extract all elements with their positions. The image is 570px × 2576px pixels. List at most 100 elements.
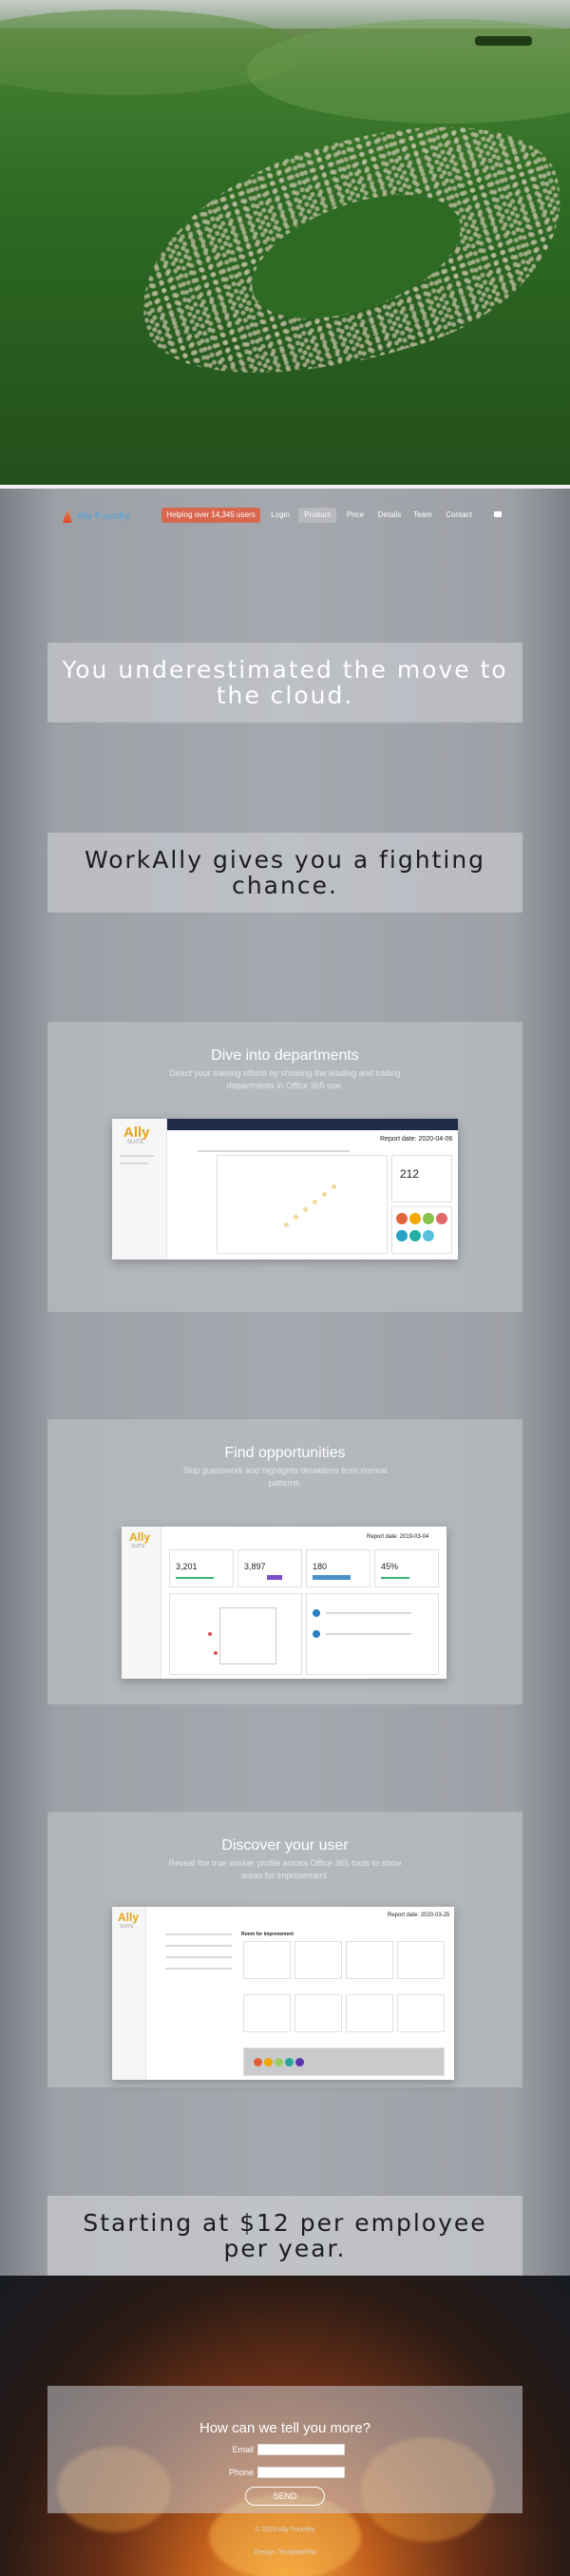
feature-title: Dive into departments (211, 1048, 359, 1064)
shot-avatar (436, 1213, 447, 1224)
shot-tile (397, 1994, 445, 2032)
shot-metric: 212 (400, 1167, 420, 1181)
shot-stat-card: 3,897 (238, 1549, 302, 1587)
feature-title: Discover your user (221, 1837, 349, 1854)
shot-brand: Ally (124, 1125, 150, 1141)
feature-text: Skip guesswork and highlights deviations… (182, 1466, 388, 1489)
phone-row: Phone (223, 2466, 345, 2479)
shot-sidebar: Ally SUITE (122, 1527, 162, 1679)
shot-point (313, 1200, 317, 1204)
shot-tile (243, 1941, 291, 1979)
phone-field[interactable] (257, 2467, 345, 2478)
navbar: Ally Foundry Helping over 14,345 users L… (0, 504, 570, 527)
phone-label: Phone (228, 2468, 254, 2477)
feature-panel-departments: Dive into departments Direct your traini… (48, 1022, 522, 1312)
hero-image (0, 0, 570, 485)
user-screenshot: Ally SUITE Report date: 2020-03-25 Room … (112, 1907, 454, 2080)
shot-point (214, 1651, 218, 1655)
logo-flame-icon (63, 509, 72, 523)
contact-panel: How can we tell you more? Email Phone SE… (48, 2386, 522, 2513)
feature-text: Direct your training efforts by showing … (169, 1068, 401, 1091)
shot-list-icon (313, 1609, 320, 1617)
shot-stat: 180 (313, 1562, 328, 1571)
shot-avatar (423, 1213, 434, 1224)
shot-report-date: Report date: 2020-03-25 (388, 1913, 450, 1918)
shot-stat-card: 45% (374, 1549, 439, 1587)
shot-chart-card (217, 1155, 388, 1254)
briefcase-icon[interactable] (494, 511, 502, 517)
shot-report-date: Report date: 2020-04-06 (380, 1136, 453, 1143)
nav-team[interactable]: Team (410, 508, 435, 523)
shot-stat: 45% (381, 1562, 399, 1571)
shot-brand-sub: SUITE (120, 1924, 134, 1930)
shot-point (294, 1215, 298, 1220)
shot-stat: 3,201 (176, 1562, 198, 1571)
footer-design-credit[interactable]: Design: TemplateFlip (0, 2549, 570, 2556)
feature-title: Find opportunities (224, 1445, 346, 1461)
nav-login[interactable]: Login (268, 508, 293, 523)
shot-point (303, 1207, 308, 1212)
email-field[interactable] (257, 2444, 345, 2455)
shot-avatar (409, 1213, 421, 1224)
shot-avatar (264, 2058, 273, 2067)
shot-avatar (409, 1230, 421, 1241)
shot-metric-card: 212 (391, 1155, 452, 1202)
shot-heatmap-card (169, 1593, 302, 1675)
nav-product[interactable]: Product (298, 508, 336, 523)
headline-box-3: Starting at $12 per employee per year. (48, 2196, 522, 2276)
email-row: Email (223, 2443, 345, 2456)
shot-report-date: Report date: 2019-03-04 (367, 1534, 429, 1540)
shot-avatar (275, 2058, 283, 2067)
headline-box-1: You underestimated the move to the cloud… (48, 643, 522, 722)
email-label: Email (232, 2445, 254, 2454)
shot-list-icon (313, 1630, 320, 1638)
shot-tile (397, 1941, 445, 1979)
shot-tile (294, 1941, 342, 1979)
nav-contact[interactable]: Contact (441, 508, 477, 523)
shot-avatar (396, 1230, 408, 1241)
shot-point (284, 1222, 289, 1227)
shot-brand: Ally (129, 1530, 151, 1544)
shot-avatar (295, 2058, 304, 2067)
hero-hill (247, 19, 570, 124)
shot-brand-sub: SUITE (127, 1140, 144, 1145)
logo-text: Ally Foundry (77, 510, 130, 522)
shot-bar (313, 1575, 351, 1580)
shot-topbar (167, 1119, 458, 1130)
shot-point (322, 1192, 327, 1197)
shot-menu-line (120, 1155, 154, 1157)
shot-bar (381, 1577, 409, 1579)
feature-text: Reveal the true worker profile across Of… (168, 1858, 402, 1881)
shot-stat-card: 180 (306, 1549, 370, 1587)
headline-pricing: Starting at $12 per employee per year. (83, 2208, 487, 2262)
feature-panel-user: Discover your user Reveal the true worke… (48, 1812, 522, 2087)
headline-box-2: WorkAlly gives you a fighting chance. (48, 833, 522, 913)
shot-grid (219, 1607, 276, 1664)
send-button[interactable]: SEND (245, 2487, 325, 2506)
opportunities-screenshot: Ally SUITE Report date: 2019-03-04 3,201… (122, 1527, 446, 1679)
shot-line (326, 1633, 411, 1635)
headline-fighting-chance: WorkAlly gives you a fighting chance. (84, 845, 486, 899)
shot-bar (267, 1575, 282, 1580)
shot-line (165, 1956, 232, 1958)
shot-tile (294, 1994, 342, 2032)
nav-price[interactable]: Price (342, 508, 369, 523)
shot-line (165, 1933, 232, 1935)
shot-brand-sub: SUITE (131, 1544, 145, 1549)
footer-copyright: © 2020 Ally Foundry (255, 2527, 315, 2533)
shot-sidebar: Ally SUITE (112, 1907, 146, 2080)
shot-stat: 3,897 (244, 1562, 266, 1571)
shot-avatar (254, 2058, 262, 2067)
nav-details[interactable]: Details (374, 508, 405, 523)
feature-panel-opportunities: Find opportunities Skip guesswork and hi… (48, 1419, 522, 1704)
contact-title: How can we tell you more? (199, 2420, 371, 2436)
headline-move-to-cloud: You underestimated the move to the cloud… (62, 655, 508, 709)
departments-screenshot: Ally SUITE Report date: 2020-04-06 212 (112, 1119, 458, 1259)
logo[interactable]: Ally Foundry (63, 509, 130, 523)
shot-avatar (396, 1213, 408, 1224)
users-cta-button[interactable]: Helping over 14,345 users (162, 508, 260, 523)
shot-menu-line (120, 1163, 148, 1164)
shot-sidebar: Ally SUITE (112, 1119, 167, 1259)
shot-users-card (391, 1206, 452, 1254)
shot-line (198, 1150, 350, 1152)
